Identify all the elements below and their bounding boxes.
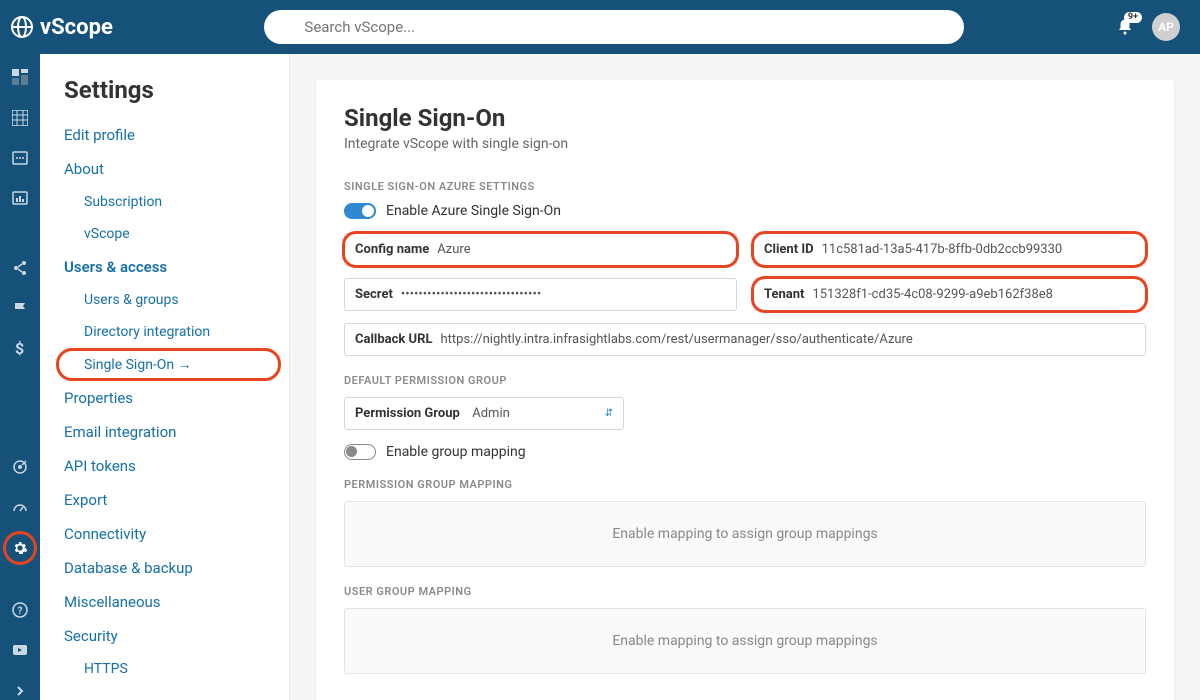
nav-api-tokens[interactable]: API tokens (40, 449, 289, 483)
nav-connectivity[interactable]: Connectivity (40, 517, 289, 551)
globe-icon (10, 15, 34, 39)
nav-export[interactable]: Export (40, 483, 289, 517)
enable-azure-label: Enable Azure Single Sign-On (386, 203, 561, 219)
rail-help-icon[interactable]: ? (10, 601, 30, 619)
main-content: Single Sign-On Integrate vScope with sin… (290, 54, 1200, 700)
secret-field[interactable]: Secret •••••••••••••••••••••••••••••••• (344, 278, 737, 311)
enable-group-mapping-toggle[interactable] (344, 444, 376, 460)
rail-dollar-icon[interactable]: $ (10, 340, 30, 358)
nav-properties[interactable]: Properties (40, 381, 289, 415)
settings-sidebar: Settings Edit profile About Subscription… (40, 54, 290, 700)
nav-edit-profile[interactable]: Edit profile (40, 118, 289, 152)
rail-gauge-icon[interactable] (10, 498, 30, 516)
section-user-mapping-label: USER GROUP MAPPING (344, 585, 1146, 598)
section-azure-label: SINGLE SIGN-ON AZURE SETTINGS (344, 180, 1146, 193)
notifications-button[interactable]: 9+ (1116, 18, 1134, 36)
brand-text: vScope (40, 15, 113, 40)
rail-expand-icon[interactable] (10, 682, 30, 700)
rail-dashboard-icon[interactable] (10, 68, 30, 86)
user-mapping-placeholder: Enable mapping to assign group mappings (344, 608, 1146, 674)
rail-video-icon[interactable] (10, 641, 30, 659)
nav-database-backup[interactable]: Database & backup (40, 551, 289, 585)
rail-table-icon[interactable] (10, 108, 30, 126)
perm-mapping-placeholder: Enable mapping to assign group mappings (344, 501, 1146, 567)
app-header: vScope 9+ AP (0, 0, 1200, 54)
rail-chart-icon[interactable] (10, 189, 30, 207)
gear-icon (12, 540, 28, 556)
nav-single-sign-on[interactable]: Single Sign-On → (40, 348, 289, 381)
page-subtitle: Integrate vScope with single sign-on (344, 136, 1146, 152)
svg-text:?: ? (18, 606, 23, 617)
enable-azure-row: Enable Azure Single Sign-On (344, 203, 1146, 219)
permission-group-select[interactable]: Permission Group Admin ⇵ (344, 397, 624, 430)
header-actions: 9+ AP (1116, 13, 1180, 41)
nav-https[interactable]: HTTPS (40, 653, 289, 685)
enable-group-mapping-row: Enable group mapping (344, 444, 1146, 460)
chevron-updown-icon: ⇵ (605, 408, 613, 419)
search-input[interactable] (264, 10, 964, 44)
svg-text:$: $ (15, 340, 24, 358)
nav-users-access[interactable]: Users & access (40, 250, 289, 284)
azure-fields-grid: Config name Azure Client ID 11c581ad-13a… (344, 233, 1146, 356)
chevron-right-icon: → (178, 357, 192, 373)
nav-vscope[interactable]: vScope (40, 218, 289, 250)
nav-about[interactable]: About (40, 152, 289, 186)
rail-settings-icon[interactable] (10, 538, 30, 556)
rail-terminal-icon[interactable] (10, 149, 30, 167)
sso-panel: Single Sign-On Integrate vScope with sin… (316, 80, 1174, 700)
sidebar-title: Settings (40, 76, 289, 118)
rail-flag-icon[interactable] (10, 299, 30, 317)
section-perm-mapping-label: PERMISSION GROUP MAPPING (344, 478, 1146, 491)
brand-logo[interactable]: vScope (10, 15, 113, 40)
rail-share-icon[interactable] (10, 259, 30, 277)
nav-security[interactable]: Security (40, 619, 289, 653)
user-avatar[interactable]: AP (1152, 13, 1180, 41)
callback-url-field[interactable]: Callback URL https://nightly.intra.infra… (344, 323, 1146, 356)
nav-directory-integration[interactable]: Directory integration (40, 316, 289, 348)
icon-rail: $ ? (0, 54, 40, 700)
nav-users-groups[interactable]: Users & groups (40, 284, 289, 316)
client-id-field[interactable]: Client ID 11c581ad-13a5-417b-8ffb-0db2cc… (753, 233, 1146, 266)
enable-azure-toggle[interactable] (344, 203, 376, 219)
config-name-field[interactable]: Config name Azure (344, 233, 737, 266)
page-title: Single Sign-On (344, 104, 1146, 132)
nav-subscription[interactable]: Subscription (40, 186, 289, 218)
section-default-group-label: DEFAULT PERMISSION GROUP (344, 374, 1146, 387)
tenant-field[interactable]: Tenant 151328f1-cd35-4c08-9299-a9eb162f3… (753, 278, 1146, 311)
enable-group-mapping-label: Enable group mapping (386, 444, 526, 460)
search-wrap (113, 10, 1116, 44)
notification-count-badge: 9+ (1124, 12, 1142, 23)
nav-miscellaneous[interactable]: Miscellaneous (40, 585, 289, 619)
rail-target-icon[interactable] (10, 458, 30, 476)
nav-email-integration[interactable]: Email integration (40, 415, 289, 449)
